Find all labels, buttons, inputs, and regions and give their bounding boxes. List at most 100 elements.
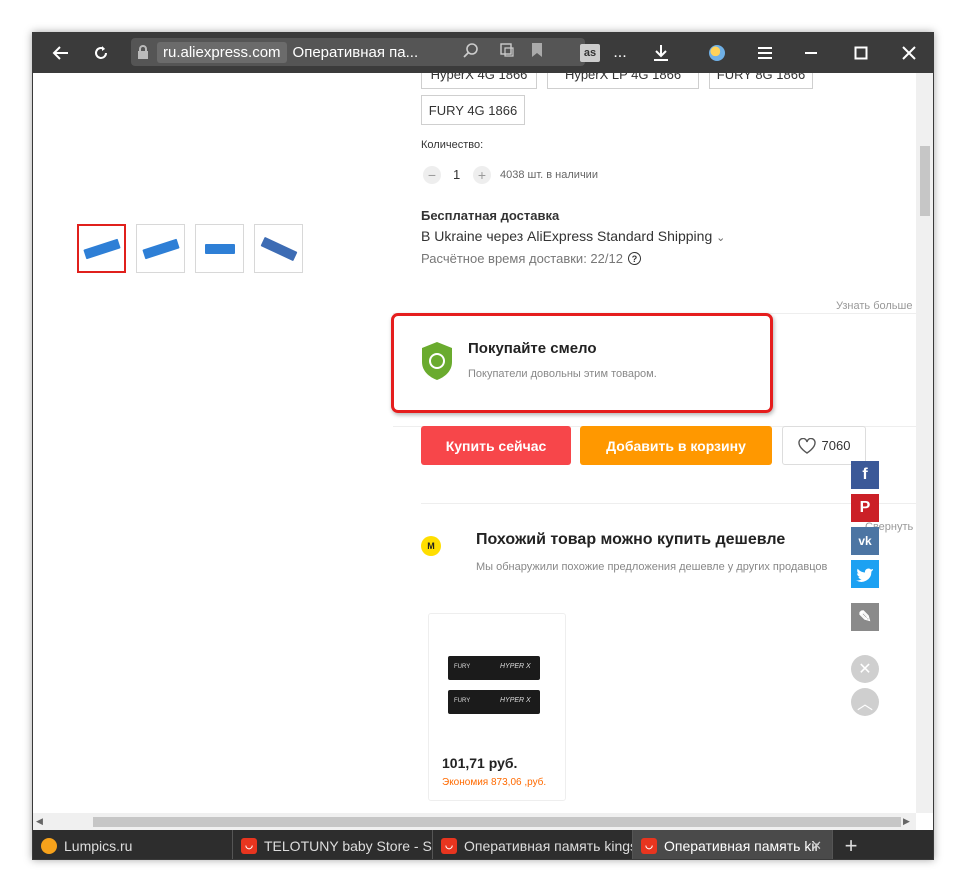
wishlist-button[interactable]: 7060 <box>782 426 866 465</box>
vk-share-button[interactable]: vk <box>851 527 879 555</box>
product-thumbnail[interactable] <box>77 224 126 273</box>
stock-count: 4038 шт. в наличии <box>500 169 598 181</box>
ram-brand: FURY <box>454 664 471 670</box>
weather-icon <box>709 45 725 61</box>
ram-image <box>204 243 235 254</box>
reload-icon <box>95 46 107 59</box>
ram-brand: FURY <box>454 698 471 704</box>
similar-title: Похожий товар можно купить дешевле <box>476 531 786 548</box>
divider <box>421 503 916 504</box>
lastfm-button[interactable]: as <box>577 33 603 73</box>
quantity-label: Количество: <box>421 139 484 151</box>
edit-button[interactable]: ✎ <box>851 603 879 631</box>
shipping-method-text: В Ukraine через AliExpress Standard Ship… <box>421 228 713 244</box>
lumpics-favicon-icon <box>41 837 57 854</box>
tab-ram-kingston-active[interactable]: ◡ Оперативная память kir ✕ <box>633 830 833 859</box>
product-thumbnail[interactable] <box>136 224 185 273</box>
lastfm-icon: as <box>580 44 600 62</box>
scroll-up-button[interactable]: ︿ <box>851 688 879 716</box>
back-button[interactable] <box>47 33 75 73</box>
ram-stick: FURY HYPER X <box>448 690 540 714</box>
tab-label: TELOTUNY baby Store - Sm <box>264 837 433 854</box>
similar-product-price: 101,71 руб. <box>442 755 518 771</box>
tab-ram-kingston-1[interactable]: ◡ Оперативная память kings <box>433 830 633 859</box>
translate-icon[interactable] <box>499 42 515 62</box>
help-icon[interactable]: ? <box>627 252 641 265</box>
menu-button[interactable] <box>751 33 779 73</box>
tab-close-icon[interactable]: ✕ <box>811 838 822 854</box>
shield-icon <box>421 341 453 386</box>
buyer-protection-subtitle: Покупатели довольны этим товаром. <box>468 368 657 380</box>
more-extensions-button[interactable]: ... <box>607 33 633 73</box>
option-chip-fury-4g[interactable]: FURY 4G 1866 <box>421 95 525 125</box>
learn-more-link[interactable]: Узнать больше <box>836 300 912 312</box>
similar-subtitle: Мы обнаружили похожие предложения дешевл… <box>476 561 828 573</box>
ram-image <box>82 238 121 259</box>
ram-logo: HYPER X <box>500 663 531 670</box>
ram-stick: FURY HYPER X <box>448 656 540 680</box>
minimize-icon <box>805 52 817 54</box>
quantity-decrease-button[interactable]: − <box>423 166 441 184</box>
twitter-icon <box>856 568 873 582</box>
scroll-right-icon[interactable]: ▶ <box>903 816 910 827</box>
scrollbar-thumb[interactable] <box>93 817 901 827</box>
horizontal-scrollbar[interactable]: ◀ ▶ <box>33 813 916 830</box>
minimize-button[interactable] <box>797 33 825 73</box>
browser-window: ru.aliexpress.com Оперативная па... as .… <box>32 32 934 860</box>
new-tab-button[interactable]: + <box>839 830 863 859</box>
option-chip[interactable]: HyperX LP 4G 1866 <box>547 73 699 89</box>
wishlist-count: 7060 <box>821 438 851 453</box>
quantity-increase-button[interactable]: + <box>473 166 491 184</box>
url-domain[interactable]: ru.aliexpress.com <box>157 41 287 63</box>
shipping-method[interactable]: В Ukraine через AliExpress Standard Ship… <box>421 228 725 244</box>
twitter-share-button[interactable] <box>851 560 879 588</box>
similar-product-saving: Экономия 873,06 ,руб. <box>442 777 547 788</box>
bookmark-icon[interactable] <box>531 42 543 62</box>
buy-now-button[interactable]: Купить сейчас <box>421 426 571 465</box>
vertical-scrollbar[interactable] <box>916 73 933 813</box>
page-content: HyperX 4G 1866 HyperX LP 4G 1866 FURY 8G… <box>33 73 933 813</box>
facebook-share-button[interactable]: f <box>851 461 879 489</box>
aliexpress-favicon-icon: ◡ <box>241 837 257 854</box>
ram-logo: HYPER X <box>500 697 531 704</box>
delivery-time: Расчётное время доставки: 22/12 ? <box>421 251 641 266</box>
url-page-title: Оперативная па... <box>292 43 419 61</box>
search-icon[interactable] <box>463 42 479 62</box>
close-icon <box>902 46 916 60</box>
delivery-time-text: Расчётное время доставки: 22/12 <box>421 251 623 266</box>
tab-bar: Lumpics.ru ◡ TELOTUNY baby Store - Sm ◡ … <box>33 830 933 859</box>
similar-product-card[interactable]: FURY HYPER X FURY HYPER X 101,71 руб. Эк… <box>428 613 566 801</box>
download-icon <box>654 45 668 61</box>
download-button[interactable] <box>647 33 675 73</box>
product-thumbnail[interactable] <box>195 224 244 273</box>
ram-image: FURY HYPER X FURY HYPER X <box>444 656 544 720</box>
heart-icon <box>797 437 816 454</box>
tab-label: Lumpics.ru <box>64 837 133 854</box>
weather-button[interactable] <box>703 33 731 73</box>
aliexpress-favicon-icon: ◡ <box>441 837 457 854</box>
address-bar[interactable]: ru.aliexpress.com Оперативная па... <box>131 38 585 66</box>
lock-icon <box>131 45 155 59</box>
quantity-value[interactable]: 1 <box>453 167 460 182</box>
similar-badge: M <box>421 536 441 556</box>
tab-label: Оперативная память kings <box>464 837 633 854</box>
option-chip[interactable]: HyperX 4G 1866 <box>421 73 537 89</box>
reload-button[interactable] <box>87 33 115 73</box>
add-to-cart-button[interactable]: Добавить в корзину <box>580 426 772 465</box>
scroll-left-icon[interactable]: ◀ <box>36 816 43 827</box>
close-window-button[interactable] <box>895 33 923 73</box>
option-chip[interactable]: FURY 8G 1866 <box>709 73 813 89</box>
maximize-icon <box>854 46 868 60</box>
close-panel-button[interactable]: ✕ <box>851 655 879 683</box>
tab-telotuny[interactable]: ◡ TELOTUNY baby Store - Sm <box>233 830 433 859</box>
ram-image <box>141 238 180 259</box>
menu-icon <box>758 47 772 59</box>
pinterest-share-button[interactable]: P <box>851 494 879 522</box>
product-thumbnail[interactable] <box>254 224 303 273</box>
maximize-button[interactable] <box>847 33 875 73</box>
browser-toolbar: ru.aliexpress.com Оперативная па... as .… <box>33 33 933 73</box>
chevron-down-icon: ⌄ <box>716 232 726 244</box>
scrollbar-thumb[interactable] <box>920 146 930 216</box>
shipping-title: Бесплатная доставка <box>421 208 560 223</box>
tab-lumpics[interactable]: Lumpics.ru <box>33 830 233 859</box>
